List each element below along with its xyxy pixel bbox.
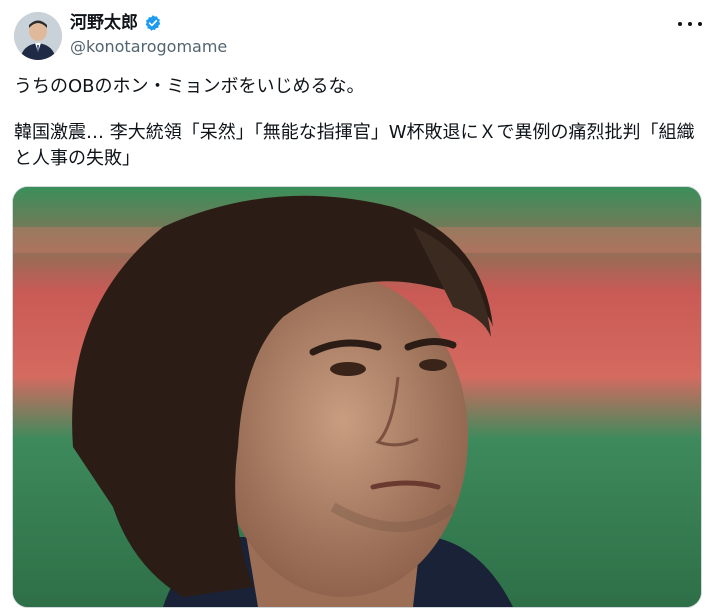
- tweet-line-2: 韓国激震… 李大統領「呆然」「無能な指揮官」W杯敗退にＸで異例の痛烈批判「組織と…: [14, 122, 695, 169]
- verified-badge-icon: [144, 14, 162, 32]
- avatar[interactable]: [14, 12, 62, 60]
- tweet-header: 河野太郎 @konotarogomame: [14, 12, 706, 62]
- tweet-text: うちのOBのホン・ミョンボをいじめるな。 韓国激震… 李大統領「呆然」「無能な指…: [14, 74, 704, 172]
- tweet-line-1: うちのOBのホン・ミョンボをいじめるな。: [14, 76, 365, 97]
- tweet-media-image[interactable]: [12, 186, 702, 608]
- handle[interactable]: @konotarogomame: [70, 37, 227, 57]
- display-name[interactable]: 河野太郎: [70, 12, 138, 34]
- more-dots-icon[interactable]: [678, 16, 702, 32]
